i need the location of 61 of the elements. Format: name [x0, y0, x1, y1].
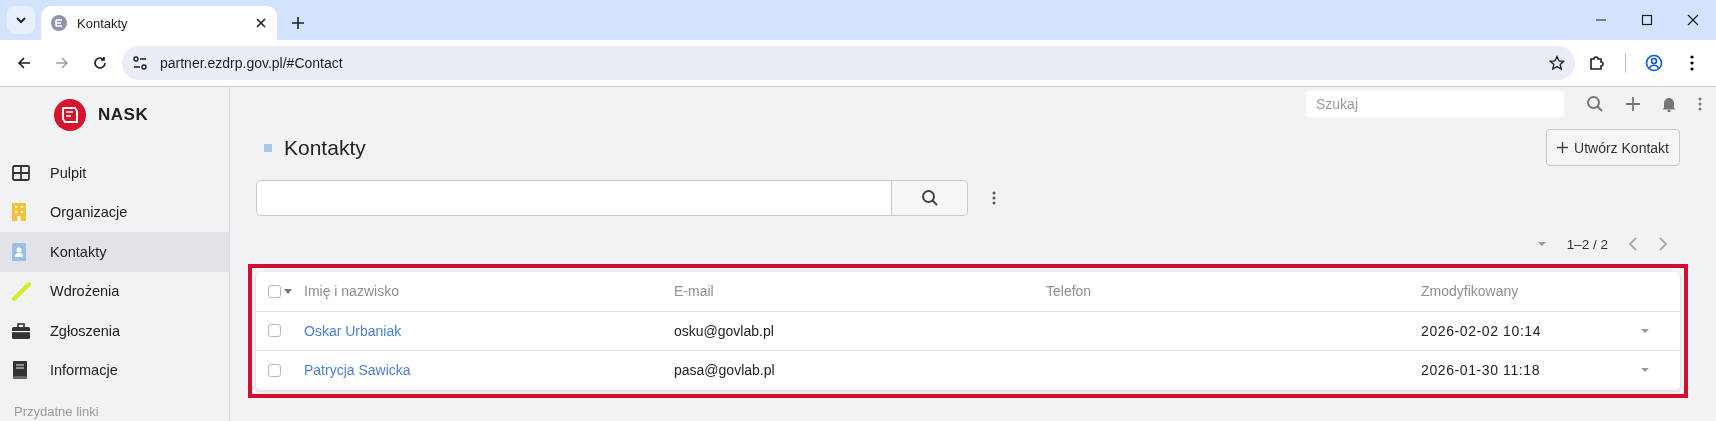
grid-icon	[12, 164, 30, 181]
table-cell-text: 2026-01-30 11:18	[1421, 362, 1542, 379]
url-text: partner.ezdrp.gov.pl/#Contact	[160, 55, 344, 71]
forward-arrow-icon[interactable]	[54, 55, 70, 71]
search-icon	[920, 189, 939, 207]
checkbox[interactable]	[268, 284, 281, 298]
contact-link[interactable]: Oskar Urbaniak	[304, 322, 402, 339]
close-icon[interactable]	[255, 17, 267, 29]
logo-text: NASK	[98, 105, 149, 125]
sidebar-item[interactable]: Wdrożenia	[0, 271, 229, 311]
bell-icon[interactable]	[1662, 96, 1676, 112]
logo-icon	[54, 99, 86, 131]
page-title: Kontakty	[284, 135, 366, 160]
new-tab-icon[interactable]	[291, 16, 305, 30]
pagination-range: 1–2 / 2	[1566, 236, 1608, 252]
contact-link[interactable]: Patrycja Sawicka	[304, 362, 411, 379]
contact-card-icon	[12, 242, 26, 261]
pencil-icon	[12, 281, 32, 302]
sidebar-item[interactable]: Kontakty	[0, 232, 229, 272]
chevron-down-icon	[15, 14, 27, 26]
back-arrow-icon[interactable]	[16, 55, 32, 71]
checkbox[interactable]	[268, 363, 281, 377]
maximize-icon[interactable]	[1641, 14, 1653, 26]
checkbox[interactable]	[268, 324, 281, 338]
title-marker-icon	[264, 143, 272, 152]
search-icon[interactable]	[1586, 95, 1604, 113]
sidebar-item[interactable]: Organizacje	[0, 192, 229, 232]
book-icon	[12, 361, 28, 380]
more-icon[interactable]	[992, 191, 996, 205]
menu-icon[interactable]	[1690, 55, 1694, 71]
caret-icon[interactable]	[1640, 327, 1650, 334]
profile-icon[interactable]	[1645, 54, 1663, 72]
table-cell-text: pasa@govlab.pl	[674, 362, 776, 379]
star-icon[interactable]	[1549, 55, 1565, 71]
building-icon	[12, 203, 26, 222]
caret-icon[interactable]	[1536, 241, 1547, 247]
caret-icon[interactable]	[284, 288, 292, 294]
reload-icon[interactable]	[92, 55, 108, 71]
tab-title: Kontakty	[77, 15, 129, 31]
create-contact-button[interactable]: Utwórz Kontakt	[1546, 129, 1680, 166]
plus-icon	[1557, 142, 1569, 153]
table-cell-text: 2026-02-02 10:14	[1421, 322, 1543, 339]
section-heading: Przydatne linki	[14, 404, 99, 419]
table-cell-text: osku@govlab.pl	[674, 322, 775, 339]
briefcase-icon	[12, 322, 30, 339]
sidebar-item[interactable]: Zgłoszenia	[0, 311, 229, 351]
address-bar[interactable]: partner.ezdrp.gov.pl/#Contact	[122, 46, 1575, 80]
site-logo-icon	[51, 15, 67, 31]
tab-list-button[interactable]	[7, 6, 35, 34]
sidebar-item[interactable]: Pulpit	[0, 153, 229, 193]
puzzle-icon[interactable]	[1588, 54, 1606, 72]
site-settings-icon[interactable]	[132, 55, 148, 71]
plus-icon[interactable]	[1626, 97, 1640, 111]
search-field[interactable]	[256, 180, 892, 216]
search-button[interactable]	[892, 180, 968, 216]
sidebar-item[interactable]: Informacje	[0, 350, 229, 390]
search-field[interactable]: Szukaj	[1306, 91, 1564, 117]
caret-icon[interactable]	[1640, 367, 1650, 374]
close-window-icon[interactable]	[1687, 14, 1699, 26]
browser-tab[interactable]: Kontakty	[41, 6, 277, 40]
more-icon[interactable]	[1698, 97, 1702, 111]
